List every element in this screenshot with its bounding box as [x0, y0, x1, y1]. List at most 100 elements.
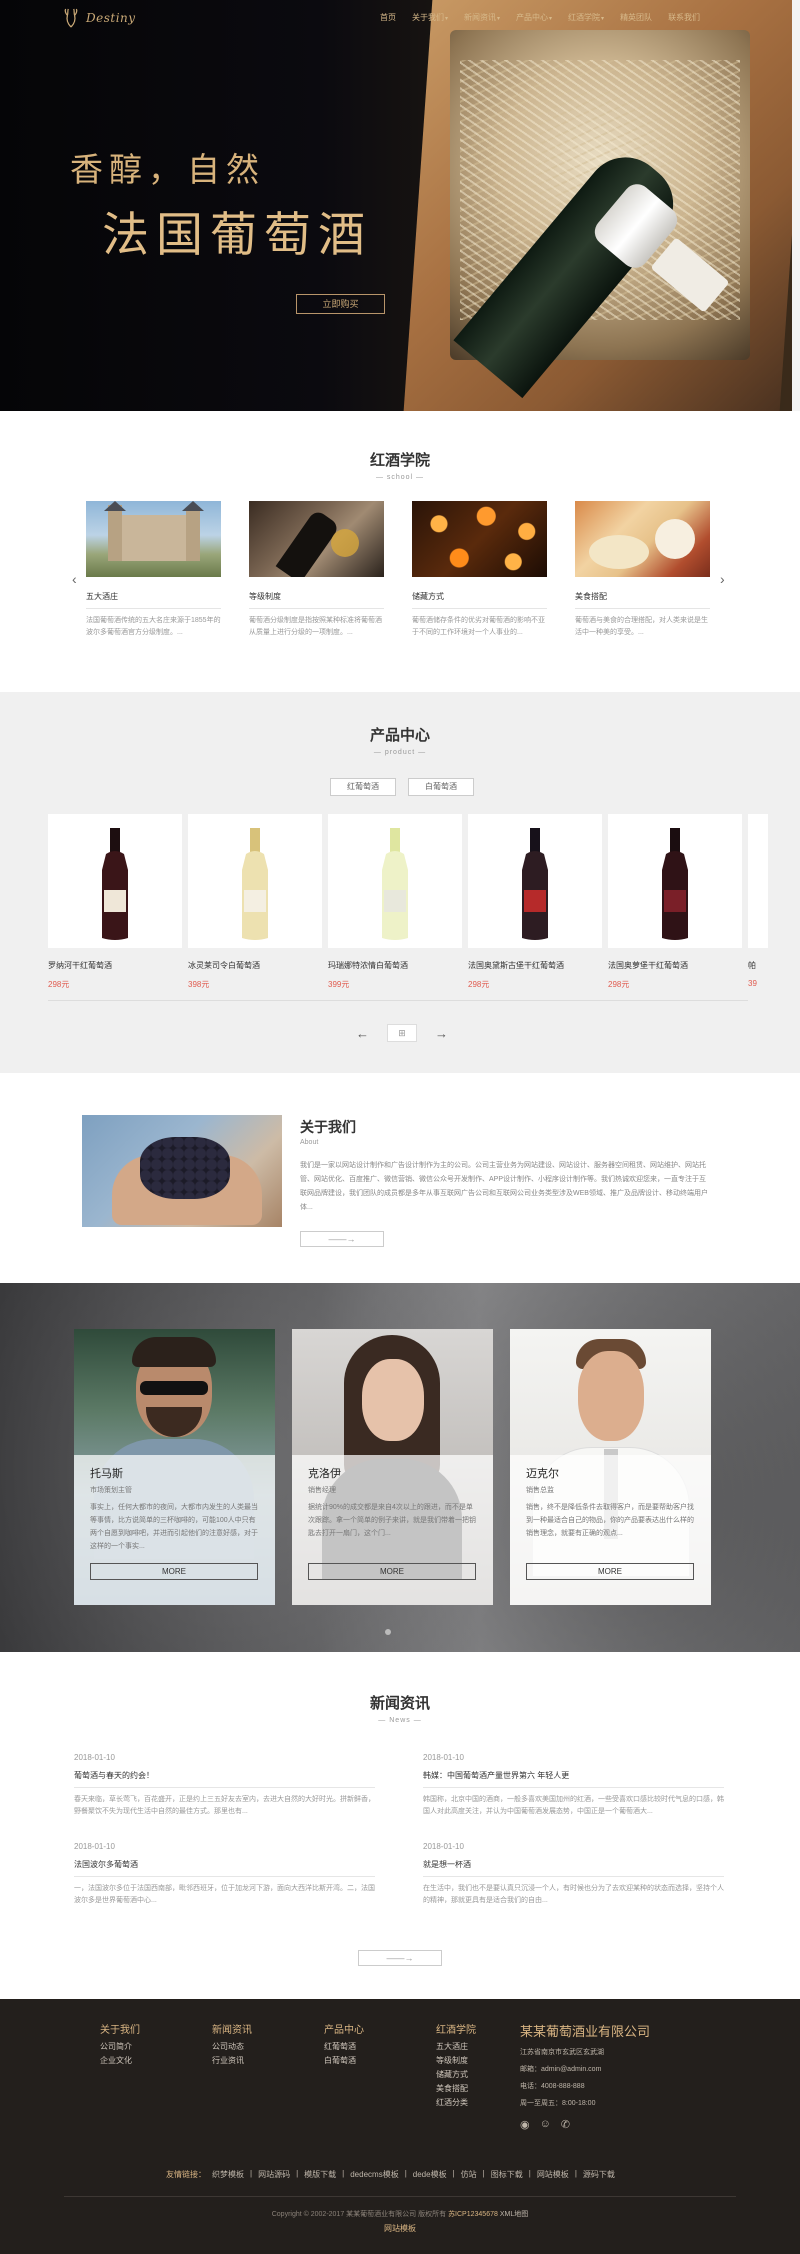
- qq-icon[interactable]: ☺: [540, 2118, 551, 2131]
- footer-link[interactable]: 红葡萄酒: [324, 2042, 436, 2051]
- nav-item[interactable]: 关于我们▾: [412, 12, 448, 23]
- friend-link[interactable]: dede模板: [413, 2169, 447, 2180]
- member-more-button[interactable]: MORE: [90, 1563, 258, 1580]
- weibo-icon[interactable]: ◉: [520, 2118, 530, 2131]
- friend-link[interactable]: 源码下载: [583, 2169, 615, 2180]
- news-date: 2018-01-10: [423, 1753, 464, 1762]
- product-card-partial[interactable]: 帕 39: [748, 814, 768, 990]
- academy-card-title[interactable]: 等级制度: [249, 591, 384, 602]
- news-list: 2018-01-10 葡萄酒与春天的约会！ 春天来临，草长莺飞，百花盛开，正是约…: [74, 1753, 724, 1907]
- buy-now-button[interactable]: 立即购买: [296, 294, 385, 314]
- nav-item[interactable]: 联系我们: [668, 12, 700, 23]
- nav-item[interactable]: 首页: [380, 12, 396, 23]
- scrollbar-track[interactable]: [792, 0, 800, 411]
- product-card[interactable]: 法国奥黛斯古堡干红葡萄酒 298元: [468, 814, 602, 990]
- footer-column-title[interactable]: 产品中心: [324, 2021, 436, 2036]
- site-template-link[interactable]: 网站模板: [0, 2223, 800, 2234]
- product-image[interactable]: [608, 814, 742, 948]
- friend-link[interactable]: 仿站: [461, 2169, 477, 2180]
- wine-tasting-image[interactable]: [249, 501, 384, 577]
- team-card[interactable]: 托马斯 市场策划主管 事实上，任何大都市的夜间，大都市内发生的人类最当等事情，比…: [74, 1329, 275, 1605]
- food-pairing-image[interactable]: [575, 501, 710, 577]
- team-card[interactable]: 迈克尔 销售总监 销售，终不是降低条件去取得客户，而是要帮助客户找到一种最适合自…: [510, 1329, 711, 1605]
- footer-link[interactable]: 公司动态: [212, 2042, 324, 2051]
- grid-icon[interactable]: ⊞: [387, 1024, 417, 1042]
- product-image[interactable]: [48, 814, 182, 948]
- friend-link[interactable]: dedecms模板: [350, 2169, 398, 2180]
- product-card[interactable]: 罗纳河干红葡萄酒 298元: [48, 814, 182, 990]
- nav-item[interactable]: 新闻资讯▾: [464, 12, 500, 23]
- footer-link[interactable]: 企业文化: [100, 2056, 212, 2065]
- member-more-button[interactable]: MORE: [308, 1563, 476, 1580]
- friend-link[interactable]: 模版下载: [304, 2169, 336, 2180]
- academy-card-title[interactable]: 五大酒庄: [86, 591, 221, 602]
- xml-map-link[interactable]: XML地图: [500, 2211, 528, 2218]
- product-name[interactable]: 法国奥黛斯古堡干红葡萄酒: [468, 960, 602, 971]
- carousel-next-icon[interactable]: ›: [720, 571, 725, 587]
- academy-card[interactable]: 美食搭配 葡萄酒与美食的合理搭配，对人类来说是生活中一种美的享受。...: [575, 501, 710, 639]
- friend-link[interactable]: 网站模板: [537, 2169, 569, 2180]
- product-image[interactable]: [468, 814, 602, 948]
- friend-links: 友情链接： 织梦模板 | 网站源码 | 模版下载 | dedecms模板 | dede模板 | 仿站…: [166, 2169, 615, 2180]
- divider: [423, 1787, 724, 1788]
- nav-item-label: 精英团队: [620, 13, 653, 22]
- news-item[interactable]: 2018-01-10 就是想一杯酒 在生活中，我们也不是要认真只沉浸一个人，有时…: [423, 1842, 724, 1907]
- tab-red-wine[interactable]: 红葡萄酒: [330, 778, 396, 796]
- product-image[interactable]: [328, 814, 462, 948]
- link-separator: |: [574, 2169, 577, 2178]
- academy-card-title[interactable]: 储藏方式: [412, 591, 547, 602]
- news-more-button[interactable]: ——→: [358, 1950, 442, 1966]
- icp-link[interactable]: 苏ICP12345678: [448, 2211, 498, 2218]
- news-item-title[interactable]: 法国波尔多葡萄酒: [74, 1859, 375, 1870]
- chevron-down-icon: ▾: [445, 16, 449, 22]
- product-pager: ← ⊞ →: [356, 1024, 448, 1042]
- footer-link[interactable]: 白葡萄酒: [324, 2056, 436, 2065]
- product-image[interactable]: [748, 814, 768, 948]
- news-item[interactable]: 2018-01-10 韩媒：中国葡萄酒产量世界第六 年轻人更 韩国称，北京中国的…: [423, 1753, 724, 1818]
- member-info-panel: 克洛伊 销售经理 据统计90%的成交都是来自4次以上的跟进，而不是单次跟踪。拿一…: [292, 1455, 493, 1605]
- link-separator: |: [528, 2169, 531, 2178]
- news-item[interactable]: 2018-01-10 葡萄酒与春天的约会！ 春天来临，草长莺飞，百花盛开，正是约…: [74, 1753, 375, 1818]
- product-name[interactable]: 冰灵莱司令白葡萄酒: [188, 960, 322, 971]
- news-item-title[interactable]: 葡萄酒与春天的约会！: [74, 1770, 375, 1781]
- friend-link[interactable]: 网站源码: [258, 2169, 290, 2180]
- carousel-prev-icon[interactable]: ‹: [72, 571, 77, 587]
- friend-link[interactable]: 图标下载: [491, 2169, 523, 2180]
- product-name[interactable]: 玛瑞娜特浓情白葡萄酒: [328, 960, 462, 971]
- academy-card[interactable]: 储藏方式 葡萄酒储存条件的优劣对葡萄酒的影响不亚于不同的工作环境对一个人事业的.…: [412, 501, 547, 639]
- product-card[interactable]: 法国奥萝堡干红葡萄酒 298元: [608, 814, 742, 990]
- team-card[interactable]: 克洛伊 销售经理 据统计90%的成交都是来自4次以上的跟进，而不是单次跟踪。拿一…: [292, 1329, 493, 1605]
- nav-item[interactable]: 产品中心▾: [516, 12, 552, 23]
- product-name[interactable]: 帕: [748, 960, 768, 971]
- chateau-image[interactable]: [86, 501, 221, 577]
- product-card[interactable]: 玛瑞娜特浓情白葡萄酒 399元: [328, 814, 462, 990]
- academy-card[interactable]: 五大酒庄 法国葡萄酒传统的五大名庄来源于1855年的波尔多葡萄酒官方分级制度。.…: [86, 501, 221, 639]
- friend-link[interactable]: 织梦模板: [212, 2169, 244, 2180]
- about-more-button[interactable]: ——→: [300, 1231, 384, 1247]
- site-logo[interactable]: Destiny: [62, 8, 136, 28]
- news-item-title[interactable]: 就是想一杯酒: [423, 1859, 724, 1870]
- about-text: 我们是一家以网站设计制作和广告设计制作为主的公司。公司主营业务为网站建设、网站设…: [300, 1162, 708, 1211]
- next-arrow-icon[interactable]: →: [435, 1026, 448, 1041]
- nav-item[interactable]: 红酒学院▾: [568, 12, 604, 23]
- wine-cellar-image[interactable]: [412, 501, 547, 577]
- carousel-dot[interactable]: [385, 1629, 391, 1635]
- footer-column-title[interactable]: 关于我们: [100, 2021, 212, 2036]
- product-image[interactable]: [188, 814, 322, 948]
- footer-column-title[interactable]: 新闻资讯: [212, 2021, 324, 2036]
- nav-item[interactable]: 精英团队: [620, 12, 652, 23]
- wine-bottle-icon: [662, 828, 688, 940]
- product-card[interactable]: 冰灵莱司令白葡萄酒 398元: [188, 814, 322, 990]
- news-item-title[interactable]: 韩媒：中国葡萄酒产量世界第六 年轻人更: [423, 1770, 724, 1781]
- academy-card[interactable]: 等级制度 葡萄酒分级制度是指按照某种标准将葡萄酒从质量上进行分级的一项制度。..…: [249, 501, 384, 639]
- member-more-button[interactable]: MORE: [526, 1563, 694, 1580]
- footer-link[interactable]: 行业资讯: [212, 2056, 324, 2065]
- product-name[interactable]: 法国奥萝堡干红葡萄酒: [608, 960, 742, 971]
- news-item[interactable]: 2018-01-10 法国波尔多葡萄酒 一，法国波尔多位于法国西南部，毗邻西班牙…: [74, 1842, 375, 1907]
- tab-white-wine[interactable]: 白葡萄酒: [408, 778, 474, 796]
- academy-card-title[interactable]: 美食搭配: [575, 591, 710, 602]
- product-name[interactable]: 罗纳河干红葡萄酒: [48, 960, 182, 971]
- footer-link[interactable]: 公司简介: [100, 2042, 212, 2051]
- prev-arrow-icon[interactable]: ←: [356, 1026, 369, 1041]
- wechat-icon[interactable]: ✆: [561, 2118, 570, 2131]
